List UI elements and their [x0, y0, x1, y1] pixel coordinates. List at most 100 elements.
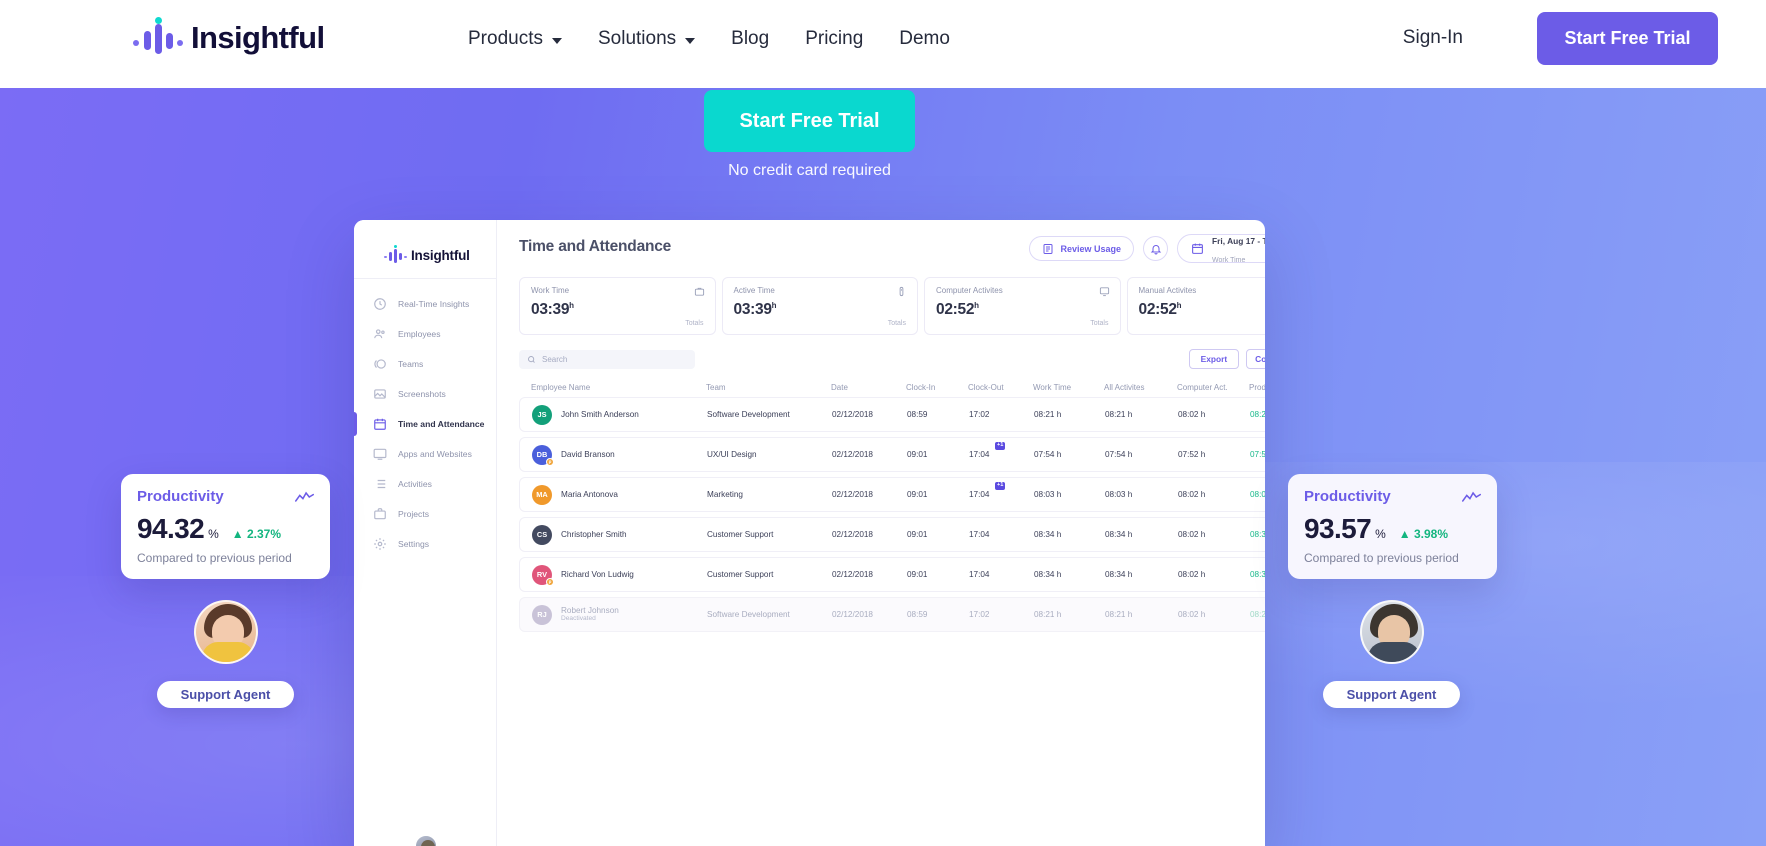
- sidebar-item-apps-and-websites[interactable]: Apps and Websites: [354, 439, 496, 469]
- dashboard-mockup: Insightful Real-Time Insights Employees …: [354, 220, 1265, 846]
- review-usage-button[interactable]: Review Usage: [1028, 236, 1135, 261]
- sidebar-item-employees[interactable]: Employees: [354, 319, 496, 349]
- card-note: Compared to previous period: [1304, 551, 1459, 565]
- kpi-totals-label: Totals: [685, 320, 704, 327]
- table-row[interactable]: CS Christopher Smith Customer Support 02/12…: [519, 517, 1265, 552]
- cell-work-time: 08:34 h: [1034, 570, 1062, 579]
- card-note: Compared to previous period: [137, 551, 292, 565]
- kpi-unit: h: [569, 301, 574, 310]
- kpi-value: 02:52: [1138, 301, 1177, 319]
- cell-date: 02/12/2018: [832, 530, 873, 539]
- teams-icon: [372, 357, 387, 372]
- row-employee-name: Robert Johnson: [561, 605, 619, 615]
- cell-employee-name: MA Maria Antonova: [532, 484, 707, 505]
- hero-subtext: No credit card required: [728, 162, 891, 179]
- card-delta: ▲ 2.37%: [231, 527, 281, 541]
- cell-all-activites: 08:21 h: [1105, 410, 1133, 419]
- brand-logo[interactable]: Insightful: [133, 17, 325, 56]
- sidebar-divider: [354, 278, 496, 279]
- cell-clock-in: 09:01: [907, 490, 928, 499]
- nav-item-solutions[interactable]: Solutions: [597, 24, 696, 54]
- cell-work-time: 08:21 h: [1034, 410, 1062, 419]
- cell-team: Customer Support: [707, 530, 774, 539]
- kpi-unit: h: [1176, 301, 1182, 310]
- support-agent-label-right[interactable]: Support Agent: [1323, 681, 1460, 708]
- column-header-clock-out: Clock-Out: [968, 383, 1004, 392]
- cell-all-activites: 08:03 h: [1105, 490, 1133, 499]
- sidebar-label: Real-Time Insights: [398, 299, 470, 309]
- table-row[interactable]: MA Maria Antonova Marketing 02/12/2018 09:01…: [519, 477, 1265, 512]
- cell-computer-act: 07:52 h: [1178, 450, 1206, 459]
- table-row[interactable]: RJ Robert Johnson Deactivated Software Deve…: [519, 597, 1265, 632]
- cell-computer-act: 08:02 h: [1178, 490, 1206, 499]
- table-row[interactable]: JS John Smith Anderson Software Developmen…: [519, 397, 1265, 432]
- table-row[interactable]: DB p David Branson UX/UI Design 02/12/2018 09…: [519, 437, 1265, 472]
- calendar-icon: [372, 417, 387, 432]
- next-day-badge: +1: [995, 482, 1006, 490]
- nav-label-products: Products: [468, 28, 543, 49]
- sidebar-item-teams[interactable]: Teams: [354, 349, 496, 379]
- productivity-card-left: Productivity 94.32 % ▲ 2.37% Compared to…: [121, 474, 330, 579]
- hero-section: Start Free Trial No credit card required…: [0, 82, 1766, 846]
- row-employee-name: Maria Antonova: [561, 489, 618, 499]
- cell-productive: 08:21 h: [1250, 410, 1265, 419]
- notifications-button[interactable]: [1143, 236, 1169, 261]
- kpi-totals-label: Totals: [1090, 320, 1109, 327]
- kpi-label: Computer Activites: [936, 286, 1003, 295]
- columns-button[interactable]: Columns: [1246, 349, 1265, 369]
- sidebar-item-projects[interactable]: Projects: [354, 499, 496, 529]
- date-range-picker[interactable]: Fri, Aug 17 - Tue, Aug 21 Work Time: [1177, 234, 1265, 264]
- sidebar-item-screenshots[interactable]: Screenshots: [354, 379, 496, 409]
- cell-date: 02/12/2018: [832, 450, 873, 459]
- cell-date: 02/12/2018: [832, 610, 873, 619]
- dashboard-main-panel: Time and Attendance Review Usage Fri, Au…: [497, 220, 1265, 846]
- row-employee-name: David Branson: [561, 449, 615, 459]
- column-header-employee-name: Employee Name: [531, 383, 591, 392]
- cell-computer-act: 08:02 h: [1178, 530, 1206, 539]
- cell-clock-in: 09:01: [907, 570, 928, 579]
- cell-employee-name: DB p David Branson: [532, 444, 707, 466]
- nav-item-blog[interactable]: Blog: [731, 24, 769, 54]
- dashboard-brand-logo[interactable]: Insightful: [354, 220, 496, 272]
- cell-team: Customer Support: [707, 570, 774, 579]
- sidebar-user-avatar[interactable]: [414, 834, 438, 846]
- sidebar-item-activities[interactable]: Activities: [354, 469, 496, 499]
- report-icon: [1042, 243, 1054, 255]
- sign-in-link[interactable]: Sign-In: [1403, 27, 1463, 49]
- nav-item-products[interactable]: Products: [468, 24, 562, 54]
- cell-date: 02/12/2018: [832, 490, 873, 499]
- sidebar-label: Apps and Websites: [398, 449, 472, 459]
- next-day-badge: +1: [995, 442, 1006, 450]
- search-icon: [527, 355, 536, 364]
- sidebar-label: Screenshots: [398, 389, 446, 399]
- cell-clock-out: 17:04 +1: [969, 482, 1006, 499]
- nav-item-demo[interactable]: Demo: [899, 24, 950, 54]
- cell-productive: 08:21 h: [1250, 610, 1265, 619]
- dashboard-toolbar: Review Usage Fri, Aug 17 - Tue, Aug 21 W…: [1028, 234, 1265, 264]
- cell-productive: 08:34 h: [1250, 570, 1265, 579]
- hero-start-free-trial-button[interactable]: Start Free Trial: [704, 90, 915, 152]
- sidebar-item-time-and-attendance[interactable]: Time and Attendance: [354, 409, 496, 439]
- search-input[interactable]: Search: [519, 349, 695, 369]
- cell-clock-in: 09:01: [907, 450, 928, 459]
- kpi-unit: h: [771, 301, 777, 310]
- status-dot: p: [546, 577, 554, 586]
- sidebar-item-real-time-insights[interactable]: Real-Time Insights: [354, 289, 496, 319]
- start-free-trial-button[interactable]: Start Free Trial: [1537, 12, 1718, 65]
- table-row[interactable]: RV p Richard Von Ludwig Customer Support 02/…: [519, 557, 1265, 592]
- support-agent-label-left[interactable]: Support Agent: [157, 681, 294, 708]
- nav-label-solutions: Solutions: [597, 28, 677, 49]
- sidebar-item-settings[interactable]: Settings: [354, 529, 496, 559]
- clock-icon: [372, 297, 387, 312]
- insightful-logo-icon: [133, 17, 183, 56]
- cell-productive: 08:34 h: [1250, 530, 1265, 539]
- cell-date: 02/12/2018: [832, 410, 873, 419]
- export-button[interactable]: Export: [1188, 349, 1240, 369]
- nav-item-pricing[interactable]: Pricing: [805, 24, 863, 54]
- cell-all-activites: 08:34 h: [1105, 570, 1133, 579]
- dashboard-sidebar: Insightful Real-Time Insights Employees …: [354, 220, 497, 846]
- sidebar-label: Projects: [398, 509, 430, 519]
- avatar: JS: [532, 404, 552, 425]
- cell-clock-in: 08:59: [907, 610, 928, 619]
- cell-employee-name: RV p Richard Von Ludwig: [532, 564, 707, 586]
